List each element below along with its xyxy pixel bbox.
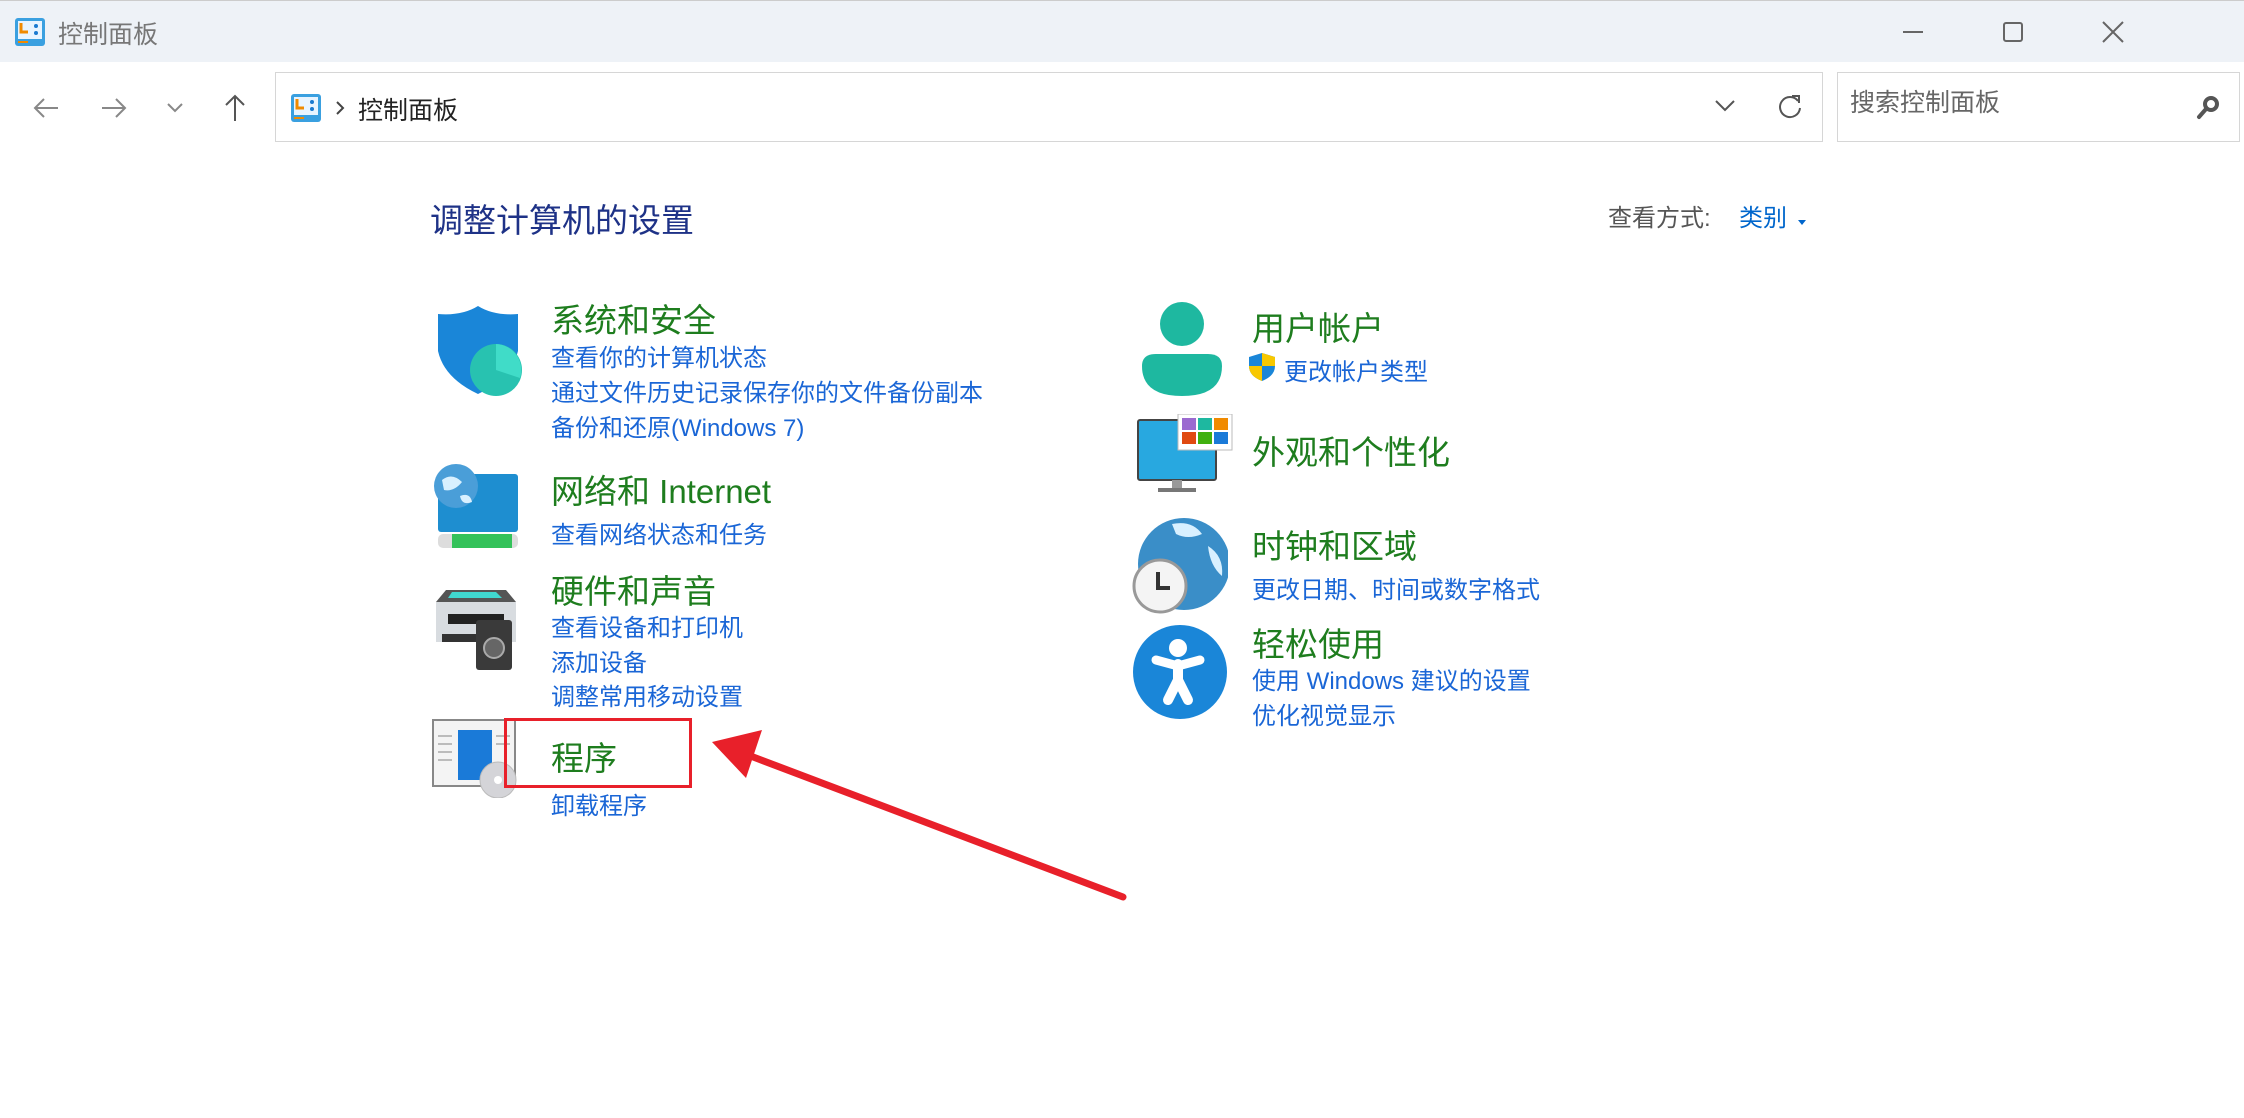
address-bar[interactable]: 控制面板: [275, 72, 1823, 142]
annotation-arrow-icon: [700, 730, 1140, 910]
close-button[interactable]: [2073, 1, 2153, 63]
title-bar: 控制面板: [0, 0, 2244, 62]
search-icon: [2196, 95, 2220, 121]
arrow-up-icon: [223, 93, 247, 123]
breadcrumb-control-panel[interactable]: 控制面板: [358, 91, 458, 127]
category-user-accounts[interactable]: 用户帐户: [1252, 302, 1384, 350]
category-system-security[interactable]: 系统和安全: [551, 294, 716, 342]
back-button[interactable]: [24, 86, 68, 130]
forward-button[interactable]: [92, 86, 136, 130]
highlight-box: [504, 718, 692, 788]
breadcrumb-chevron-icon: [334, 99, 346, 117]
search-input[interactable]: [1850, 89, 2180, 118]
maximize-icon: [2001, 20, 2025, 44]
user-account-icon: [1138, 300, 1226, 398]
minimize-icon: [1901, 20, 1925, 44]
arrow-right-icon: [100, 96, 128, 120]
link-optimize-visual-display[interactable]: 优化视觉显示: [1252, 696, 1396, 731]
link-backup-restore[interactable]: 备份和还原(Windows 7): [551, 408, 804, 443]
link-mobility-settings[interactable]: 调整常用移动设置: [551, 677, 743, 712]
close-icon: [2101, 20, 2125, 44]
minimize-button[interactable]: [1873, 1, 1953, 63]
page-title: 调整计算机的设置: [430, 194, 694, 242]
recent-locations-button[interactable]: [153, 86, 197, 130]
window-title: 控制面板: [58, 15, 158, 51]
maximize-button[interactable]: [1973, 1, 2053, 63]
printer-speaker-icon: [432, 588, 528, 672]
address-dropdown-icon[interactable]: [1714, 99, 1736, 113]
view-by-value[interactable]: 类别: [1739, 205, 1787, 232]
refresh-icon[interactable]: [1776, 93, 1804, 121]
appearance-monitor-icon: [1136, 414, 1234, 496]
accessibility-icon: [1132, 624, 1228, 720]
link-change-account-type[interactable]: 更改帐户类型: [1284, 352, 1428, 387]
search-box[interactable]: [1837, 72, 2240, 142]
link-uninstall-program[interactable]: 卸载程序: [551, 786, 647, 821]
network-globe-icon: [432, 462, 524, 558]
uac-shield-icon: [1248, 352, 1276, 382]
category-network-internet[interactable]: 网络和 Internet: [551, 465, 771, 513]
control-panel-icon: [290, 93, 322, 123]
up-button[interactable]: [213, 86, 257, 130]
arrow-left-icon: [32, 96, 60, 120]
link-devices-printers[interactable]: 查看设备和打印机: [551, 608, 743, 643]
link-windows-suggested-settings[interactable]: 使用 Windows 建议的设置: [1252, 661, 1531, 696]
shield-icon: [432, 306, 524, 398]
clock-globe-icon: [1132, 516, 1228, 614]
view-by-dropdown[interactable]: 类别: [1739, 198, 1807, 233]
control-panel-icon: [14, 17, 46, 47]
category-appearance-personalization[interactable]: 外观和个性化: [1252, 426, 1450, 474]
link-network-status[interactable]: 查看网络状态和任务: [551, 515, 767, 550]
link-view-computer-status[interactable]: 查看你的计算机状态: [551, 338, 767, 373]
category-hardware-sound[interactable]: 硬件和声音: [551, 565, 716, 613]
caret-down-icon: [1797, 218, 1807, 226]
view-by-label: 查看方式:: [1608, 198, 1711, 233]
link-add-device[interactable]: 添加设备: [551, 643, 647, 678]
category-clock-region[interactable]: 时钟和区域: [1252, 520, 1417, 568]
category-ease-of-access[interactable]: 轻松使用: [1252, 618, 1384, 666]
chevron-down-icon: [165, 101, 185, 115]
link-change-date-time-format[interactable]: 更改日期、时间或数字格式: [1252, 570, 1540, 605]
link-file-history-backup[interactable]: 通过文件历史记录保存你的文件备份副本: [551, 373, 983, 408]
